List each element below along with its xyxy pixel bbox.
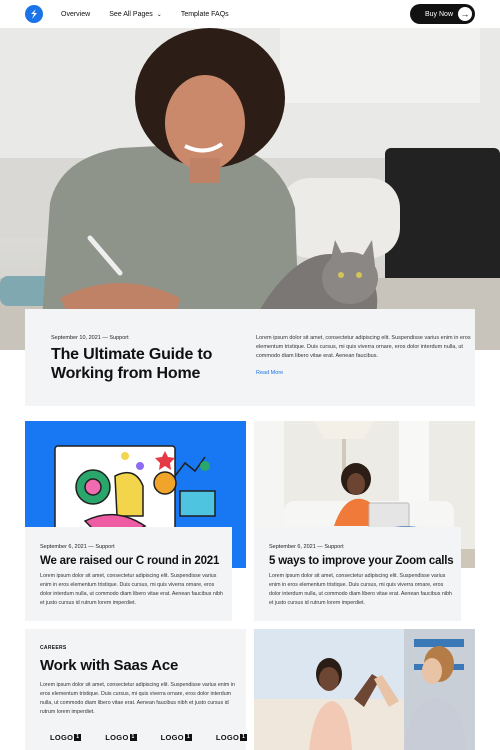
careers-image-team-high-five[interactable] (254, 629, 475, 750)
nav-overview-label: Overview (61, 10, 91, 18)
logo-text: LOGO (105, 733, 129, 742)
featured-post-card[interactable]: September 10, 2021 — Support The Ultimat… (25, 309, 475, 406)
main-nav: Overview See All Pages ⌄ Template FAQs (61, 0, 248, 28)
logo-mark: 1 (129, 734, 137, 741)
post-card-c-round[interactable]: September 6, 2021 — Support We are raise… (25, 527, 232, 621)
partner-logo: LOGO 1 (215, 733, 248, 742)
careers-tag: CAREERS (40, 645, 67, 651)
partner-logo: LOGO 1 (161, 733, 192, 742)
post-meta: September 6, 2021 — Support (40, 544, 115, 550)
nav-template-faqs-label: Template FAQs (180, 10, 229, 18)
logo-mark-icon (31, 9, 37, 19)
careers-excerpt: Lorem ipsum dolor sit amet, consectetur … (40, 682, 235, 715)
post-meta: September 6, 2021 — Support (269, 544, 344, 550)
partner-logos: LOGO 1 LOGO 1 LOGO 1 LOGO 1 (50, 733, 271, 742)
careers-title[interactable]: Work with Saas Ace (40, 657, 178, 674)
post-excerpt: Lorem ipsum dolor sit amet, consectetur … (40, 573, 223, 606)
logo-text: LOGO (215, 733, 240, 742)
logo-mark: 1 (74, 734, 82, 741)
top-nav-bar: Overview See All Pages ⌄ Template FAQs Bu… (0, 0, 500, 28)
read-more-link[interactable]: Read More (256, 370, 283, 376)
buy-now-label: Buy Now (425, 10, 454, 18)
post-title[interactable]: 5 ways to improve your Zoom calls (269, 555, 454, 567)
featured-post-excerpt: Lorem ipsum dolor sit amet, consectetur … (256, 335, 471, 359)
nav-see-all-pages[interactable]: See All Pages ⌄ (109, 11, 162, 18)
partner-logo: LOGO 1 (105, 733, 137, 742)
careers-card[interactable]: CAREERS Work with Saas Ace Lorem ipsum d… (25, 629, 248, 750)
nav-template-faqs[interactable]: Template FAQs (181, 11, 229, 18)
post-title[interactable]: We are raised our C round in 2021 (40, 555, 219, 567)
post-card-zoom-calls[interactable]: September 6, 2021 — Support 5 ways to im… (254, 527, 461, 621)
chevron-down-icon: ⌄ (156, 11, 162, 18)
post-excerpt: Lorem ipsum dolor sit amet, consectetur … (269, 573, 452, 606)
post-meta: September 10, 2021 — Support (51, 335, 129, 341)
logo-text: LOGO (50, 733, 74, 742)
logo-text: LOGO (160, 733, 184, 742)
nav-see-all-pages-label: See All Pages (109, 10, 153, 18)
arrow-right-icon: → (458, 7, 472, 21)
partner-logo: LOGO 1 (50, 733, 82, 742)
women-high-five-photo (254, 629, 475, 750)
featured-post-title[interactable]: The Ultimate Guide to Working from Home (51, 345, 241, 383)
logo-mark: 1 (240, 734, 248, 741)
buy-now-button[interactable]: Buy Now → (410, 4, 475, 24)
hero-photo-illustration (0, 28, 500, 350)
brand-logo-icon[interactable] (25, 5, 43, 23)
nav-overview[interactable]: Overview (61, 11, 90, 18)
logo-mark: 1 (184, 734, 192, 741)
hero-image-woman-with-cat (0, 28, 500, 350)
